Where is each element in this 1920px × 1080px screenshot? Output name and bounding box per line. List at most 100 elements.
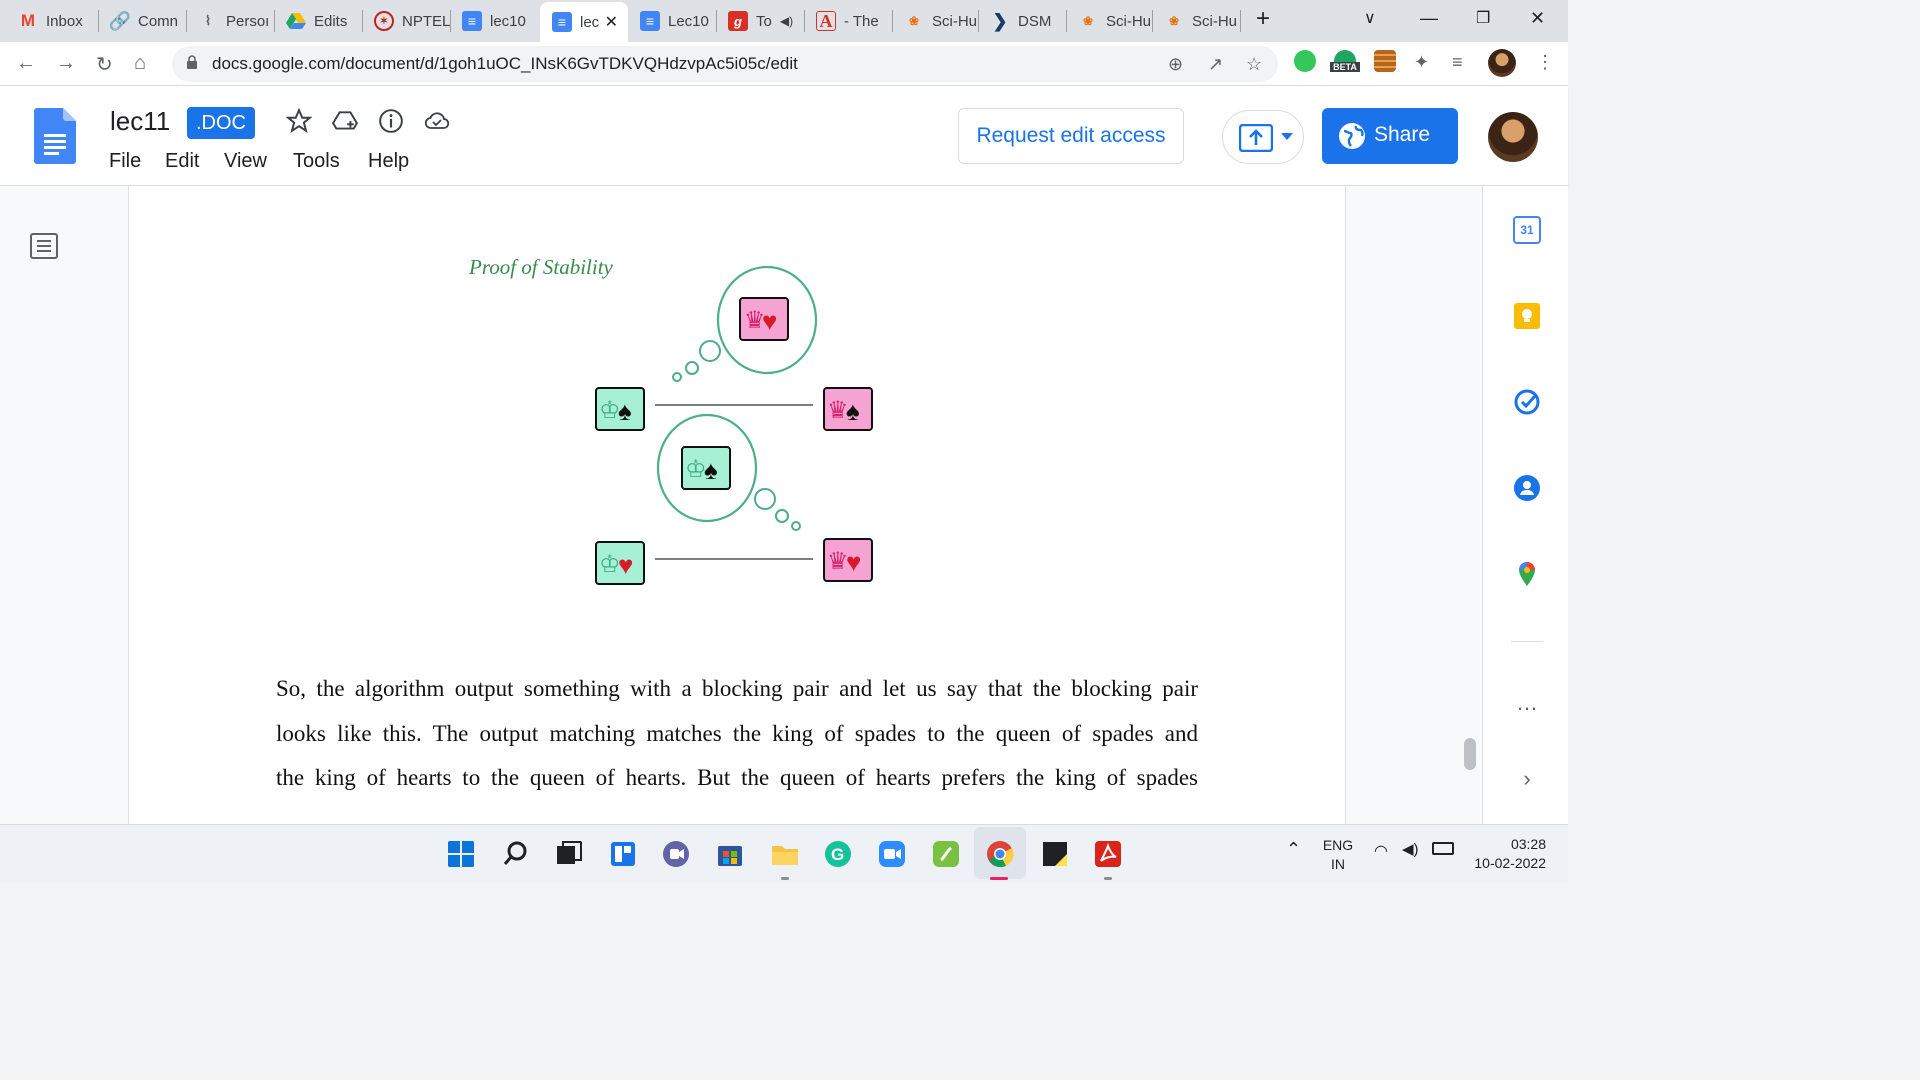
google-docs-logo[interactable] bbox=[34, 108, 76, 164]
contacts-icon[interactable] bbox=[1513, 474, 1541, 502]
language-code[interactable]: ENG bbox=[1320, 837, 1356, 853]
media-control-icon[interactable]: ≡ bbox=[1452, 52, 1463, 73]
chrome-icon[interactable] bbox=[986, 840, 1014, 868]
info-icon[interactable] bbox=[378, 108, 404, 134]
menu-help[interactable]: Help bbox=[368, 150, 409, 173]
star-icon[interactable] bbox=[286, 108, 312, 134]
file-format-badge: .DOC bbox=[187, 107, 255, 139]
tab-edits[interactable]: Edits bbox=[274, 4, 362, 38]
windows-start-icon[interactable] bbox=[447, 840, 475, 868]
tab-label: lec10 bbox=[490, 12, 526, 30]
calendar-icon[interactable]: 31 bbox=[1513, 216, 1541, 244]
widgets-icon[interactable] bbox=[609, 840, 637, 868]
battery-icon[interactable] bbox=[1432, 842, 1454, 855]
home-icon[interactable]: ⌂ bbox=[134, 52, 146, 75]
document-title[interactable]: lec11 bbox=[110, 106, 170, 137]
wifi-icon[interactable]: ◠ bbox=[1374, 841, 1388, 861]
minimize-icon[interactable]: — bbox=[1420, 8, 1438, 29]
maps-icon[interactable] bbox=[1513, 560, 1541, 588]
present-upload-button[interactable] bbox=[1222, 110, 1304, 164]
account-avatar[interactable] bbox=[1488, 112, 1538, 162]
volume-icon[interactable]: ◀︎) bbox=[1402, 840, 1419, 858]
keep-icon[interactable] bbox=[1513, 302, 1541, 330]
profile-avatar[interactable] bbox=[1488, 49, 1516, 77]
clock-date[interactable]: 10-02-2022 bbox=[1466, 855, 1546, 871]
share-page-icon[interactable]: ↗ bbox=[1208, 54, 1223, 75]
side-panel: 31 … › bbox=[1482, 186, 1568, 824]
tab-scihub-1[interactable]: ❀ Sci-Hu bbox=[892, 4, 980, 38]
tab-label: Lec10 bbox=[668, 12, 709, 30]
king-of-spades-thought-card: ♔ ♠ bbox=[681, 446, 731, 490]
tab-nptel[interactable]: ✶ NPTEL bbox=[362, 4, 450, 38]
request-edit-access-button[interactable]: Request edit access bbox=[958, 108, 1184, 164]
back-icon[interactable]: ← bbox=[16, 52, 36, 75]
reload-icon[interactable]: ↻ bbox=[96, 52, 113, 77]
task-view-icon[interactable] bbox=[555, 840, 583, 868]
close-window-icon[interactable]: ✕ bbox=[1530, 8, 1545, 29]
king-of-spades-card: ♔ ♠ bbox=[595, 387, 645, 431]
clock-time[interactable]: 03:28 bbox=[1466, 836, 1546, 852]
zoom-app-icon[interactable] bbox=[878, 840, 906, 868]
store-icon[interactable] bbox=[716, 840, 744, 868]
language-region[interactable]: IN bbox=[1320, 856, 1356, 872]
teams-chat-icon[interactable] bbox=[662, 840, 690, 868]
svg-text:♥: ♥ bbox=[762, 306, 777, 336]
tab-to[interactable]: g To ◀︎) bbox=[716, 4, 804, 38]
tab-scihub-3[interactable]: ❀ Sci-Hu bbox=[1152, 4, 1240, 38]
thought-dot bbox=[699, 340, 721, 362]
tab-person[interactable]: ⌇ Persoı bbox=[186, 4, 274, 38]
new-tab-button[interactable]: + bbox=[1256, 5, 1270, 33]
tab-inbox[interactable]: M Inbox bbox=[6, 4, 98, 38]
paragraph-line: looks like this. The output matching mat… bbox=[276, 721, 1198, 746]
share-button[interactable]: Share bbox=[1322, 108, 1458, 164]
tab-label: Persoı bbox=[226, 12, 270, 30]
paragraph-line: So, the algorithm output something with … bbox=[276, 676, 1198, 701]
tasks-icon[interactable] bbox=[1513, 388, 1541, 416]
extension-green-icon[interactable] bbox=[1294, 50, 1316, 72]
svg-text:♥: ♥ bbox=[846, 547, 861, 577]
vertical-scrollbar-thumb[interactable] bbox=[1464, 738, 1476, 770]
tab-lec-active[interactable]: ≡ lec ✕ bbox=[540, 2, 628, 42]
chevron-right-icon[interactable]: › bbox=[1513, 766, 1541, 794]
g-icon: g bbox=[728, 11, 748, 31]
evernote-icon[interactable] bbox=[932, 840, 960, 868]
forward-icon[interactable]: → bbox=[56, 52, 76, 75]
acrobat-reader-icon[interactable] bbox=[1094, 840, 1122, 868]
grammarly-icon[interactable]: G bbox=[824, 840, 852, 868]
address-bar[interactable]: docs.google.com/document/d/1goh1uOC_INsK… bbox=[172, 46, 1278, 82]
tab-scihub-2[interactable]: ❀ Sci-Hu bbox=[1066, 4, 1154, 38]
beta-label: BETA bbox=[1330, 62, 1360, 72]
file-explorer-icon[interactable] bbox=[771, 840, 799, 868]
tab-comn[interactable]: 🔗 Comn bbox=[98, 4, 186, 38]
dna-icon: ⌇ bbox=[204, 13, 212, 28]
close-tab-icon[interactable]: ✕ bbox=[605, 12, 618, 32]
windows-taskbar: G ⌃ ENG IN ◠ ◀︎) 03:28 10-02-2022 bbox=[0, 824, 1568, 882]
menu-view[interactable]: View bbox=[224, 150, 267, 173]
tab-label: Comn bbox=[138, 12, 179, 30]
more-icon[interactable]: … bbox=[1513, 692, 1541, 724]
menu-tools[interactable]: Tools bbox=[293, 150, 340, 173]
tab-search-icon[interactable]: ∨ bbox=[1364, 8, 1376, 28]
tab-lec10-2[interactable]: ≡ Lec10 bbox=[628, 4, 716, 38]
search-icon[interactable] bbox=[502, 840, 530, 868]
menu-edit[interactable]: Edit bbox=[165, 150, 199, 173]
thought-dot bbox=[672, 372, 682, 382]
tab-dsm[interactable]: ❯ DSM bbox=[978, 4, 1066, 38]
scihub-icon: ❀ bbox=[1082, 14, 1094, 28]
tab-label: lec bbox=[580, 13, 600, 31]
tab-the[interactable]: A - The bbox=[804, 4, 892, 38]
move-to-drive-icon[interactable] bbox=[332, 108, 358, 134]
show-hidden-icons[interactable]: ⌃ bbox=[1286, 839, 1301, 860]
menu-file[interactable]: File bbox=[109, 150, 141, 173]
tab-strip: M Inbox 🔗 Comn ⌇ Persoı Edits ✶ NPTEL ≡ … bbox=[0, 0, 1568, 42]
sticky-notes-icon[interactable] bbox=[1041, 840, 1069, 868]
restore-icon[interactable]: ❐ bbox=[1476, 8, 1490, 28]
bookmark-star-icon[interactable]: ☆ bbox=[1246, 54, 1262, 75]
chrome-menu-icon[interactable]: ⋮ bbox=[1536, 52, 1554, 73]
zoom-icon[interactable]: ⊕ bbox=[1168, 54, 1183, 75]
brick-extension-icon[interactable] bbox=[1374, 50, 1396, 72]
document-outline-icon[interactable] bbox=[30, 232, 58, 260]
extensions-puzzle-icon[interactable]: ✦ bbox=[1414, 52, 1429, 73]
tab-lec10[interactable]: ≡ lec10 bbox=[450, 4, 538, 38]
beta-extension-icon[interactable]: BETA bbox=[1330, 50, 1360, 72]
